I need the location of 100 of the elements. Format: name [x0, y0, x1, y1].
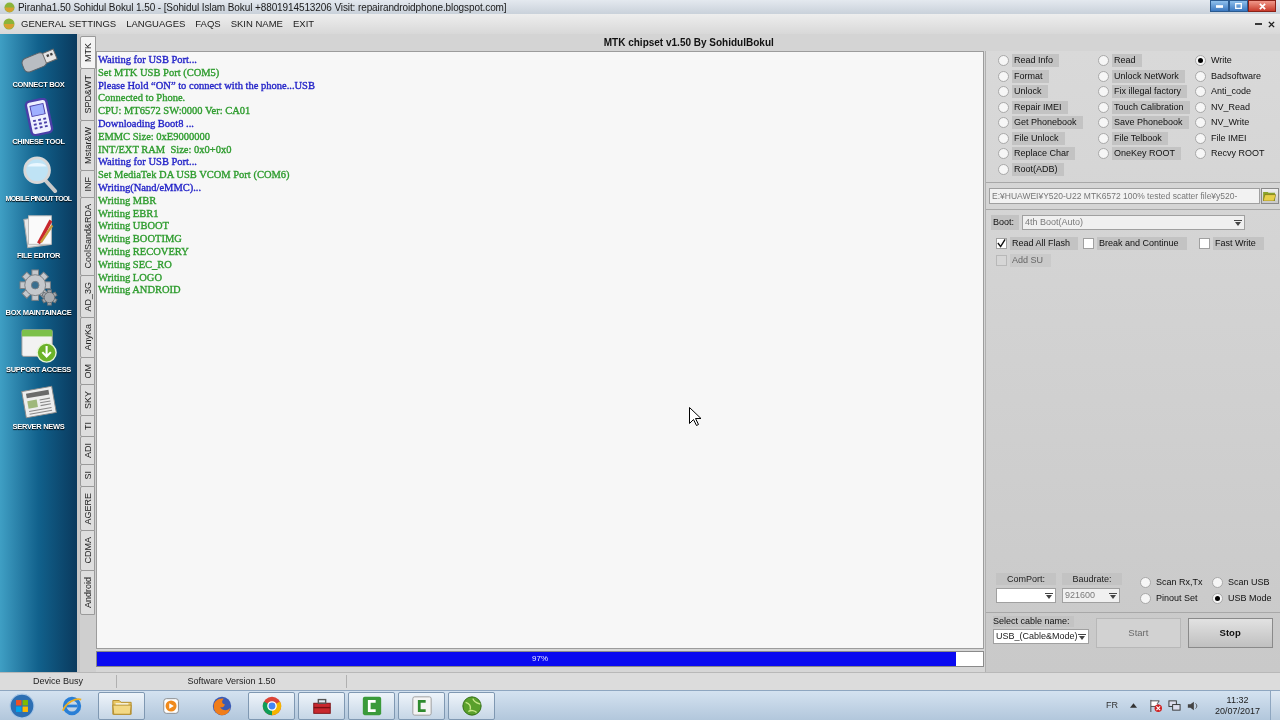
browse-button[interactable] [1260, 188, 1279, 204]
close-button[interactable] [1267, 19, 1276, 29]
log-line: Waiting for USB Port... [98, 156, 197, 170]
globe-icon [460, 694, 483, 717]
log-line: Writing ANDROID [98, 284, 181, 298]
network-icon[interactable] [1167, 699, 1181, 712]
log-line: Writing SEC_RO [98, 258, 172, 272]
log-line: Writing EBR1 [98, 207, 159, 221]
minimize-button[interactable] [1210, 0, 1229, 12]
maximize-button[interactable] [1229, 0, 1248, 12]
menu-item[interactable]: GENERAL SETTINGS [18, 16, 120, 32]
menu-item[interactable]: LANGUAGES [123, 16, 189, 32]
chip-tab[interactable]: AD_3G [80, 274, 95, 319]
chrome-icon [260, 694, 283, 717]
flag-icon[interactable] [1148, 699, 1162, 712]
menu-item[interactable]: SKIN NAME [227, 16, 286, 32]
radio-option[interactable]: Pinout Set [1140, 590, 1212, 606]
radio-option[interactable]: Anti_code [1195, 84, 1280, 100]
chip-tab[interactable]: SKY [80, 384, 95, 417]
comport-label: ComPort: [996, 573, 1056, 585]
chip-tab[interactable]: Mstar&W [80, 119, 95, 171]
action-button[interactable]: Stop [1187, 618, 1273, 648]
chip-tab[interactable]: SI [80, 464, 95, 487]
log-line: Set MediaTek DA USB VCOM Port (COM6) [98, 169, 290, 182]
radio-option[interactable]: Unlock [998, 84, 1098, 100]
browser-e-icon [60, 694, 83, 717]
cable-dropdown[interactable]: USB_(Cable&Mode) [993, 629, 1089, 644]
minimize-icon [1216, 4, 1223, 8]
radio-option[interactable]: Write [1195, 53, 1280, 69]
radio-option[interactable]: Scan USB [1212, 575, 1278, 591]
gear-icon [17, 269, 60, 307]
log-line: INT/EXT RAM Size: 0x0+0x0 [98, 143, 232, 157]
taskbar-app[interactable] [398, 691, 445, 720]
taskbar-app[interactable] [248, 691, 295, 720]
radio-option[interactable]: NV_Read [1195, 99, 1280, 115]
log-line: Connected to Phone. [98, 92, 186, 106]
status-text: Device Busy [0, 674, 117, 689]
log-line: Writing MBR [98, 194, 157, 208]
menu-item[interactable]: EXIT [289, 16, 318, 32]
log-line: Writing RECOVERY [98, 245, 189, 259]
log-line: Writing(Nand/eMMC)... [98, 181, 202, 195]
chip-tab[interactable]: TI [80, 415, 95, 438]
comport-dropdown[interactable] [996, 588, 1056, 603]
radio-option[interactable]: Badsoftware [1195, 68, 1280, 84]
panel-title: MTK chipset v1.50 By SohidulBokul [603, 36, 774, 50]
caret-icon [1078, 633, 1086, 640]
maximize-icon [1235, 3, 1242, 9]
radio-option[interactable]: Read Info [998, 53, 1098, 69]
start-orb-icon [9, 692, 35, 719]
log-line: Writing BOOTIMG [98, 233, 182, 246]
log-line: CPU: MT6572 SW:0000 Ver: CA01 [98, 105, 251, 118]
close-icon [1258, 2, 1266, 10]
caret-icon [1234, 219, 1242, 226]
caret-icon [1109, 592, 1117, 599]
volume-icon[interactable] [1186, 699, 1199, 712]
chip-tab[interactable]: MTK [80, 36, 96, 69]
window-title: Piranha1.50 Sohidul Bokul 1.50 - [Sohidul Islam Bokul +8801914513206 Visit: repairandroidphone.blogspot.com] [18, 0, 507, 15]
radio-option[interactable]: Root(ADB) [998, 161, 1098, 177]
cable-label: Select cable name: [993, 616, 1074, 627]
progress-reading: 97% [531, 653, 549, 665]
status-text: Software Version 1.50 [117, 674, 347, 689]
chip-tab[interactable]: AnyKa [80, 317, 95, 358]
radio-option[interactable]: USB Mode [1212, 590, 1278, 606]
chip-tab[interactable]: CoolSand&RDA [80, 197, 95, 276]
radio-option[interactable]: File Unlock [998, 130, 1098, 146]
radio-option[interactable]: Repair IMEI [998, 99, 1098, 115]
radio-option[interactable]: NV_Write [1195, 115, 1280, 131]
radio-option[interactable]: Format [998, 68, 1098, 84]
log-line: Set MTK USB Port (COM5) [98, 66, 220, 80]
close-icon [1268, 20, 1275, 28]
minimize-icon [1255, 23, 1262, 25]
log-line: Waiting for USB Port... [98, 54, 197, 67]
letter-c-icon [410, 694, 433, 717]
taskbar-app[interactable] [348, 691, 395, 720]
folder-icon [1263, 191, 1277, 201]
language-indicator[interactable]: FR [1105, 698, 1118, 713]
pointer-icon [689, 407, 701, 426]
log-line: EMMC Size: 0xE9000000 [98, 130, 210, 144]
log-line: Please Hold “ON” to connect with the phone...USB [98, 79, 315, 93]
boot-label: Boot: [991, 215, 1019, 230]
close-button[interactable] [1248, 0, 1276, 12]
taskbar-app[interactable] [448, 691, 495, 720]
radio-option[interactable]: File IMEI [1195, 130, 1280, 146]
caret-icon [1045, 592, 1053, 599]
log-line: Writing UBOOT [98, 220, 170, 234]
radio-option[interactable]: Recvy ROOT [1195, 146, 1280, 162]
clock-date: 20/07/2017 [1214, 705, 1260, 717]
taskbar-app[interactable] [298, 691, 345, 720]
chip-tab[interactable]: SPD&WT [80, 68, 95, 121]
chip-tab[interactable]: ADI [80, 436, 95, 466]
chip-tab[interactable]: AGERE [80, 485, 95, 532]
log-line: Writing LOGO [98, 271, 163, 285]
tray-expand-icon[interactable] [1129, 703, 1137, 708]
radio-option[interactable]: Scan Rx,Tx [1140, 575, 1212, 591]
chip-tab[interactable]: Android [80, 569, 95, 615]
chip-tab[interactable]: CDMA [80, 530, 95, 571]
radio-option[interactable]: Read [1098, 53, 1195, 69]
baudrate-label: Baudrate: [1062, 573, 1122, 585]
clock-time: 11:32 [1226, 694, 1249, 706]
menu-item[interactable]: FAQS [192, 16, 224, 32]
